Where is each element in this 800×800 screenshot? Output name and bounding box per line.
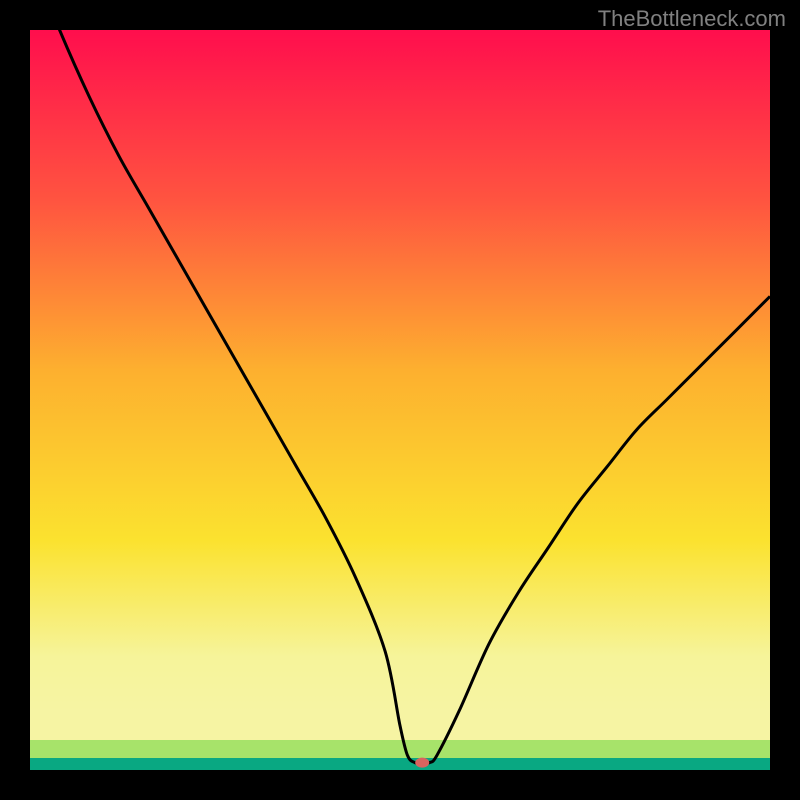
plot-area — [30, 30, 770, 770]
chart-container: TheBottleneck.com — [0, 0, 800, 800]
bottleneck-curve — [30, 30, 770, 763]
curve-layer — [30, 30, 770, 770]
watermark-text: TheBottleneck.com — [598, 6, 786, 32]
curve-marker — [415, 758, 429, 768]
